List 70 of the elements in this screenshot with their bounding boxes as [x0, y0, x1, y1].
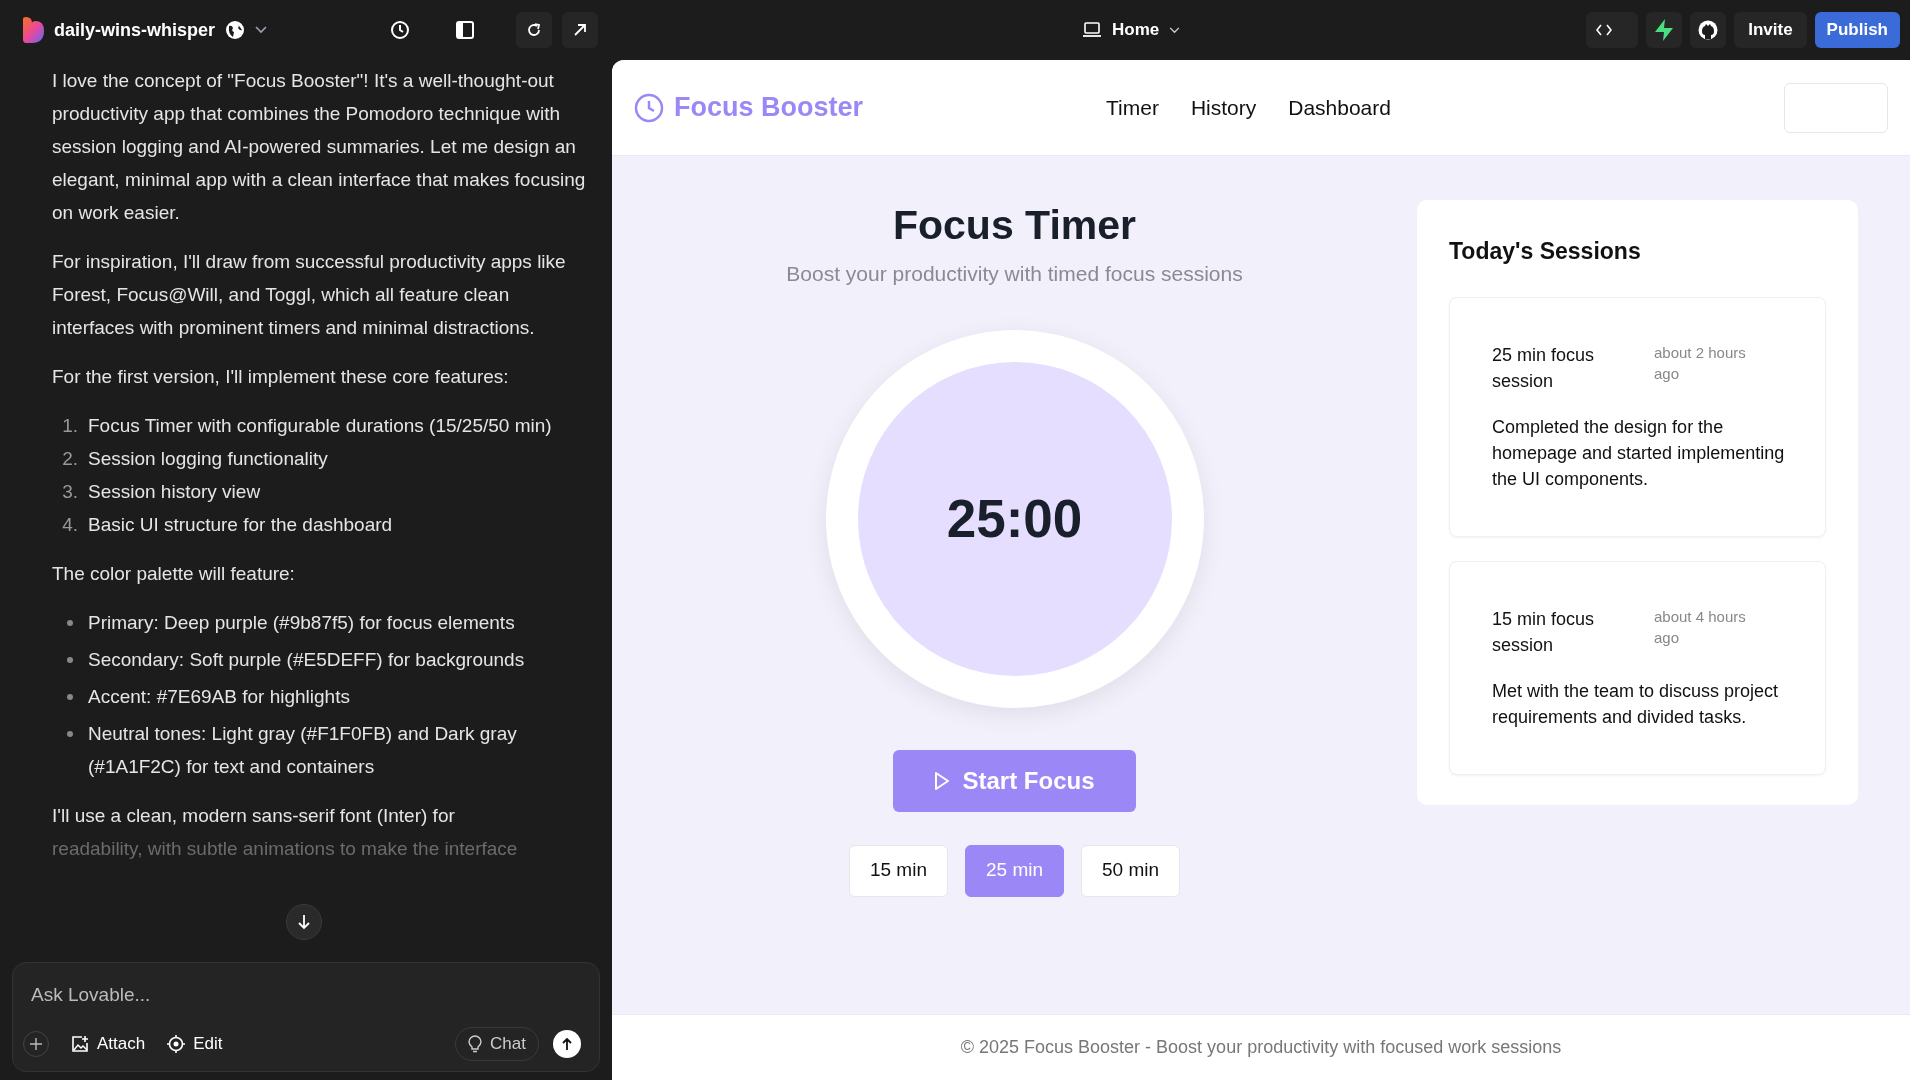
- bullet-icon: [67, 620, 73, 626]
- message-paragraph: The color palette will feature:: [52, 562, 296, 586]
- project-name[interactable]: daily-wins-whisper: [54, 16, 216, 44]
- message-line: readability, with subtle animations to make the interface: [52, 837, 519, 861]
- lightbulb-icon: [468, 1035, 483, 1053]
- page-selector[interactable]: Home: [1081, 17, 1181, 43]
- publish-button[interactable]: Publish: [1814, 12, 1900, 48]
- plus-icon: [30, 1038, 42, 1050]
- nav-link[interactable]: History: [1190, 91, 1257, 124]
- laptop-icon: [1081, 22, 1102, 38]
- code-button[interactable]: [1586, 12, 1639, 48]
- code-icon: [1596, 24, 1613, 36]
- list-item-text: Session history view: [88, 480, 261, 504]
- sidebar-toggle-icon[interactable]: [456, 21, 474, 39]
- target-icon: [167, 1035, 186, 1053]
- globe-icon[interactable]: [225, 20, 246, 40]
- list-item-text: Focus Timer with configurable durations (15/25/50 min): [88, 414, 552, 438]
- arrow-up-right-icon: [573, 23, 587, 37]
- list-item-text: Primary: Deep purple (#9b87f5) for focus elements: [88, 611, 515, 635]
- chevron-down-icon: [1169, 26, 1181, 34]
- refresh-button[interactable]: [516, 12, 552, 48]
- arrow-down-icon: [297, 914, 311, 930]
- list-number: 4.: [61, 513, 79, 537]
- list-item-text: Neutral tones: Light gray (#F1F0FB) and Dark gray (#1A1F2C) for text and containers: [88, 722, 518, 779]
- message-paragraph: For inspiration, I'll draw from successful productivity apps like Forest, Focus@Will, and Toggl, which all feature clean interfaces with prominent timers and minimal distractions.: [52, 250, 567, 340]
- chat-input-field[interactable]: Ask Lovable...: [31, 981, 581, 1009]
- list-item-text: Accent: #7E69AB for highlights: [88, 685, 350, 709]
- session-note: Met with the team to discuss project requirements and divided tasks.: [1492, 679, 1780, 729]
- duration-button[interactable]: 15 min: [848, 844, 948, 897]
- open-external-button[interactable]: [562, 12, 598, 48]
- invite-button[interactable]: Invite: [1734, 12, 1807, 48]
- page-subtitle: Boost your productivity with timed focus sessions: [786, 261, 1243, 287]
- page-title: Focus Timer: [892, 201, 1136, 250]
- chevron-down-icon[interactable]: [255, 26, 268, 34]
- sessions-title: Today's Sessions: [1449, 237, 1642, 266]
- footer-text: © 2025 Focus Booster - Boost your productivity with focused work sessions: [960, 1036, 1562, 1059]
- attach-button[interactable]: Attach: [71, 1031, 146, 1057]
- lightning-bolt-icon: [1654, 19, 1675, 41]
- image-icon: [71, 1035, 89, 1053]
- supabase-button[interactable]: [1646, 12, 1683, 48]
- list-number: 2.: [61, 447, 79, 471]
- arrow-up-icon: [562, 1038, 572, 1050]
- history-icon[interactable]: [390, 20, 410, 40]
- message-paragraph: I love the concept of "Focus Booster"! It's a well-thought-out productivity app that combines the Pomodoro technique with session logging and AI-powered summaries. Let me design an elegant, minimal app with a clean interface that makes focusing on work easier.: [52, 69, 587, 225]
- nav-link[interactable]: Timer: [1106, 91, 1159, 124]
- scroll-down-button[interactable]: [286, 904, 322, 940]
- list-item-text: Session logging functionality: [88, 447, 328, 471]
- clock-icon: [634, 92, 664, 123]
- session-title: 15 min focus session: [1492, 607, 1596, 657]
- list-item-text: Basic UI structure for the dashboard: [88, 513, 393, 537]
- bullet-icon: [67, 657, 73, 663]
- duration-button[interactable]: 50 min: [1081, 844, 1181, 897]
- session-title: 25 min focus session: [1492, 343, 1596, 393]
- list-number: 3.: [61, 480, 79, 504]
- heart-logo-icon[interactable]: [20, 17, 44, 43]
- bullet-icon: [67, 731, 73, 737]
- session-time: about 2 hours ago: [1654, 342, 1747, 384]
- bullet-icon: [67, 694, 73, 700]
- message-paragraph: For the first version, I'll implement these core features:: [52, 365, 510, 389]
- edit-button[interactable]: Edit: [167, 1031, 223, 1057]
- list-item-text: Secondary: Soft purple (#E5DEFF) for backgrounds: [88, 648, 525, 672]
- timer-display: 25:00: [946, 487, 1083, 550]
- session-note: Completed the design for the homepage and started implementing the UI components.: [1492, 415, 1786, 491]
- list-number: 1.: [61, 414, 79, 438]
- send-button[interactable]: [553, 1030, 581, 1058]
- session-time: about 4 hours ago: [1654, 606, 1747, 648]
- refresh-icon: [526, 22, 542, 38]
- message-line: I'll use a clean, modern sans-serif font (Inter) for: [52, 804, 456, 828]
- nav-link[interactable]: Dashboard: [1288, 91, 1391, 124]
- play-icon: [934, 771, 951, 790]
